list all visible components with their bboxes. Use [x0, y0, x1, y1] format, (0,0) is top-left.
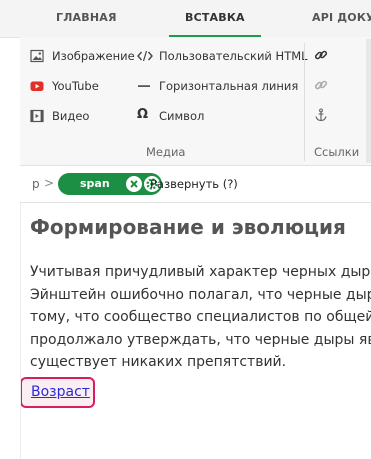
- insert-youtube-label: YouTube: [52, 79, 99, 93]
- insert-horizontal-line-label: Горизонтальная линия: [159, 79, 299, 93]
- ribbon-scrollbar[interactable]: [366, 39, 371, 163]
- close-icon: [130, 180, 138, 188]
- paragraph-line: тому, что сообщество специалистов по общ…: [30, 309, 371, 325]
- paragraph-line: Учитывая причудливый характер черных дыр…: [30, 264, 371, 280]
- path-parent-element[interactable]: p: [32, 177, 40, 191]
- anchor-icon: [314, 108, 328, 122]
- paragraph-line: существует никаких препятствий.: [30, 354, 287, 370]
- paragraph-line: продолжало утверждать, что черные дыры я…: [30, 331, 371, 348]
- insert-image-label: Изображение: [52, 49, 135, 63]
- link-icon: [314, 48, 328, 62]
- selected-element-pill[interactable]: span: [58, 173, 162, 195]
- content-paragraph[interactable]: Учитывая причудливый характер черных дыр…: [30, 261, 371, 374]
- paragraph-line: Эйнштейн ошибочно полагал, что черные ды…: [30, 286, 371, 303]
- tab-insert[interactable]: ВСТАВКА: [169, 0, 261, 37]
- tab-api-docs[interactable]: API ДОКУМЕНТАЦИЯ: [312, 0, 371, 37]
- code-icon: [137, 49, 153, 63]
- omega-icon: Ω: [137, 107, 149, 122]
- editor-content[interactable]: Формирование и эволюция Учитывая причудл…: [21, 203, 371, 459]
- media-group-label: Медиа: [146, 145, 186, 159]
- path-separator: >: [44, 176, 55, 190]
- insert-symbol-label: Символ: [159, 109, 205, 123]
- image-icon: [30, 49, 44, 63]
- insert-ribbon: Изображение YouTube Видео Пользовательск…: [20, 37, 371, 166]
- selected-element-tag: span: [80, 177, 110, 190]
- remove-element-button[interactable]: [126, 176, 142, 192]
- links-group-label: Ссылки: [314, 145, 360, 159]
- youtube-icon: [30, 79, 44, 93]
- selected-link-highlight: Возраст: [21, 377, 95, 408]
- group-divider: [304, 43, 305, 161]
- left-gutter: [0, 38, 21, 459]
- content-heading[interactable]: Формирование и эволюция: [30, 215, 346, 239]
- insert-custom-html-label: Пользовательский HTML: [159, 49, 308, 63]
- ribbon-tabs: ГЛАВНАЯ ВСТАВКА API ДОКУМЕНТАЦИЯ: [0, 0, 371, 38]
- element-path-bar: p > span Развернуть (?): [20, 166, 371, 203]
- age-link[interactable]: Возраст: [31, 384, 90, 400]
- insert-video-label: Видео: [52, 109, 90, 123]
- unlink-icon: [314, 78, 328, 92]
- expand-path-button[interactable]: Развернуть (?): [150, 177, 238, 191]
- video-icon: [30, 109, 44, 123]
- tab-home[interactable]: ГЛАВНАЯ: [56, 0, 117, 37]
- horizontal-line-icon: [137, 79, 151, 93]
